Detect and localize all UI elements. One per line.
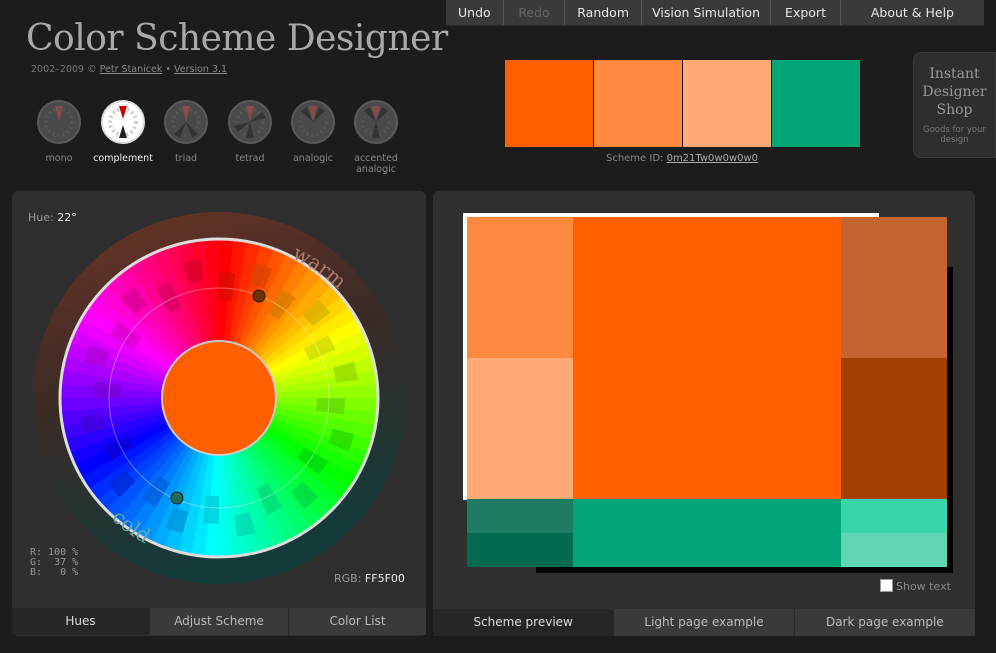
tab-dark-page-example[interactable]: Dark page example <box>794 609 975 636</box>
scheme-type-analogic[interactable]: analogic <box>278 100 348 164</box>
swatch-primary[interactable] <box>505 60 593 147</box>
block-primary <box>573 217 841 499</box>
scheme-type-label: complement <box>93 153 153 164</box>
rgb-hex-readout: RGB: FF5F00 <box>334 572 405 585</box>
show-text-label: Show text <box>896 580 951 593</box>
export-menu-item[interactable]: Export <box>771 0 841 25</box>
scheme-id-label: Scheme ID: <box>605 153 667 164</box>
swatch-light-1[interactable] <box>594 60 682 147</box>
hue-readout: Hue: 22° <box>28 211 77 224</box>
top-menu: Undo Redo Random Vision Simulation Expor… <box>446 0 984 26</box>
copyright-separator: • <box>162 64 175 75</box>
mono-dial-icon <box>37 100 81 144</box>
scheme-type-label: triad <box>174 153 198 164</box>
analogic-dial-icon <box>291 100 335 144</box>
color-wheel[interactable]: warm cold <box>32 211 406 585</box>
block-primary-light-2 <box>467 358 573 499</box>
scheme-preview-panel: Show text <box>433 191 975 636</box>
tab-hues[interactable]: Hues <box>12 608 150 635</box>
tab-light-page-example[interactable]: Light page example <box>614 609 795 636</box>
redo-menu-item[interactable]: Redo <box>504 0 566 25</box>
scheme-type-label: tetrad <box>235 153 265 164</box>
undo-menu-item[interactable]: Undo <box>446 0 504 25</box>
scheme-preview <box>463 213 953 573</box>
shop-title: Instant Designer Shop <box>922 66 987 118</box>
version-link[interactable]: Version 3.1 <box>174 64 227 75</box>
block-comp-dark-1 <box>467 499 573 533</box>
random-menu-item[interactable]: Random <box>565 0 642 25</box>
right-tab-bar: Scheme preview Light page example Dark p… <box>433 609 975 636</box>
tetrad-dial-icon <box>228 100 272 144</box>
hue-value: 22° <box>57 211 77 224</box>
block-comp-light-2 <box>841 533 947 567</box>
hues-panel: warm cold Hue: 22° R: 100 % G: 37 % B: 0 %… <box>12 191 426 636</box>
left-tab-bar: Hues Adjust Scheme Color List <box>12 608 426 635</box>
scheme-type-accented-analogic[interactable]: accented analogic <box>341 100 411 175</box>
designer-shop-tab[interactable]: Instant Designer Shop Goods for your des… <box>913 52 996 158</box>
block-comp-light-1 <box>841 499 947 533</box>
tab-color-list[interactable]: Color List <box>289 608 426 635</box>
tab-scheme-preview[interactable]: Scheme preview <box>433 609 615 636</box>
app-title: Color Scheme Designer <box>26 18 448 59</box>
block-primary-dark-1 <box>841 217 947 358</box>
vision-simulation-menu-item[interactable]: Vision Simulation <box>642 0 772 25</box>
scheme-type-complement[interactable]: complement <box>88 100 158 164</box>
scheme-type-triad[interactable]: triad <box>151 100 221 164</box>
rgb-b: B: 0 % <box>30 567 79 578</box>
scheme-type-tetrad[interactable]: tetrad <box>215 100 285 164</box>
rgb-hex-label: RGB: <box>334 572 365 585</box>
block-primary-light-1 <box>467 217 573 358</box>
primary-hue-handle[interactable] <box>252 289 266 303</box>
about-help-menu-item[interactable]: About & Help <box>841 0 984 25</box>
scheme-id-link[interactable]: 0m21Tw0w0w0w0 <box>667 153 758 164</box>
scheme-id: Scheme ID: 0m21Tw0w0w0w0 <box>505 153 859 164</box>
scheme-type-label: accented analogic <box>354 153 398 175</box>
copyright-line: 2002–2009 © Petr Stanicek • Version 3.1 <box>31 64 227 75</box>
block-primary-dark-2 <box>841 358 947 499</box>
rgb-percent-readout: R: 100 % G: 37 % B: 0 % <box>30 548 78 578</box>
scheme-swatches <box>505 60 861 147</box>
block-comp <box>573 499 841 567</box>
swatch-complement[interactable] <box>772 60 860 147</box>
show-text-toggle[interactable]: Show text <box>880 579 951 593</box>
complement-dial-icon <box>101 100 145 144</box>
tab-adjust-scheme[interactable]: Adjust Scheme <box>150 608 289 635</box>
author-link[interactable]: Petr Stanicek <box>100 64 163 75</box>
complement-hue-handle[interactable] <box>170 491 184 505</box>
hue-readout-label: Hue: <box>28 211 58 224</box>
accented-analogic-dial-icon <box>354 100 398 144</box>
scheme-type-label: mono <box>45 153 73 164</box>
copyright-text: 2002–2009 © <box>31 64 100 75</box>
rgb-hex-value: FF5F00 <box>364 572 405 585</box>
swatch-light-2[interactable] <box>683 60 771 147</box>
center-color-disc <box>161 340 277 456</box>
show-text-checkbox[interactable] <box>880 579 893 592</box>
block-comp-dark-2 <box>467 533 573 567</box>
triad-dial-icon <box>164 100 208 144</box>
scheme-type-mono[interactable]: mono <box>24 100 94 164</box>
shop-subtitle: Goods for your design <box>922 125 986 145</box>
scheme-type-label: analogic <box>292 153 333 164</box>
